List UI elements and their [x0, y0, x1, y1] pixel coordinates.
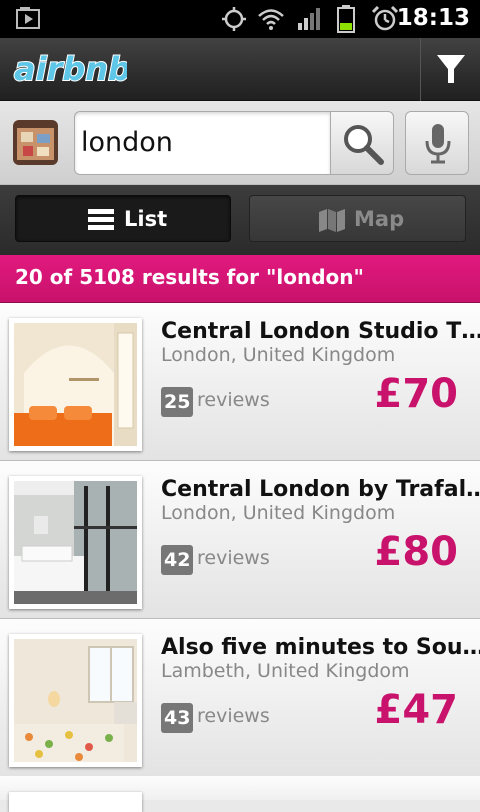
signal-icon [298, 8, 320, 30]
microphone-icon [425, 124, 451, 164]
listing-item[interactable]: Also five minutes to Sou… Lambeth, Unite… [0, 619, 480, 777]
listing-photo [9, 792, 142, 812]
listing-price: £47 [374, 687, 459, 733]
app-bar: airbnb [0, 38, 480, 101]
tab-list[interactable]: List [15, 195, 231, 242]
listing-photo [9, 476, 142, 609]
battery-icon [337, 5, 355, 33]
tab-map[interactable]: Map [249, 195, 466, 242]
list-icon [88, 209, 114, 230]
filter-funnel-icon [437, 55, 465, 83]
airbnb-logo[interactable]: airbnb [12, 46, 127, 94]
status-time: 18:13 [396, 5, 470, 31]
alarm-icon [372, 6, 398, 31]
review-count-badge: 42 [161, 545, 194, 575]
listing-item-partial[interactable] [0, 776, 480, 812]
app-thumbnail[interactable] [13, 120, 58, 165]
reviews-label: reviews [197, 547, 270, 569]
listing-location: Lambeth, United Kingdom [161, 660, 410, 682]
wifi-icon [258, 9, 284, 30]
listing-title: Central London Studio T… [161, 319, 480, 344]
search-query: london [81, 127, 173, 158]
listing-title: Also five minutes to Sou… [161, 635, 480, 660]
search-button[interactable] [330, 111, 394, 175]
listing-location: London, United Kingdom [161, 502, 396, 524]
listing-title: Central London by Trafal… [161, 477, 480, 502]
listing-item[interactable]: Central London by Trafal… London, United… [0, 461, 480, 619]
listing-location: London, United Kingdom [161, 344, 396, 366]
status-bar: 18:13 [0, 0, 480, 38]
review-count-badge: 25 [161, 387, 194, 417]
filter-button[interactable] [420, 38, 480, 101]
search-input[interactable]: london [74, 111, 330, 175]
media-play-icon [16, 7, 40, 29]
review-count-badge: 43 [161, 703, 194, 733]
reviews-label: reviews [197, 705, 270, 727]
svg-text:airbnb: airbnb [14, 50, 127, 88]
results-summary: 20 of 5108 results for "london" [0, 255, 480, 303]
listing-item[interactable]: Central London Studio T… London, United … [0, 303, 480, 461]
tab-list-label: List [124, 207, 168, 231]
suitcase-icon [13, 120, 58, 165]
map-icon [319, 209, 345, 232]
gps-icon [222, 7, 246, 31]
view-toggle-bar: List Map [0, 185, 480, 255]
listing-price: £70 [374, 371, 459, 417]
voice-search-button[interactable] [405, 111, 469, 175]
listing-price: £80 [374, 529, 459, 575]
listing-photo [9, 318, 142, 451]
magnifier-icon [344, 125, 384, 165]
reviews-label: reviews [197, 389, 270, 411]
search-row: london [0, 101, 480, 185]
listing-photo [9, 634, 142, 767]
tab-map-label: Map [354, 207, 405, 231]
